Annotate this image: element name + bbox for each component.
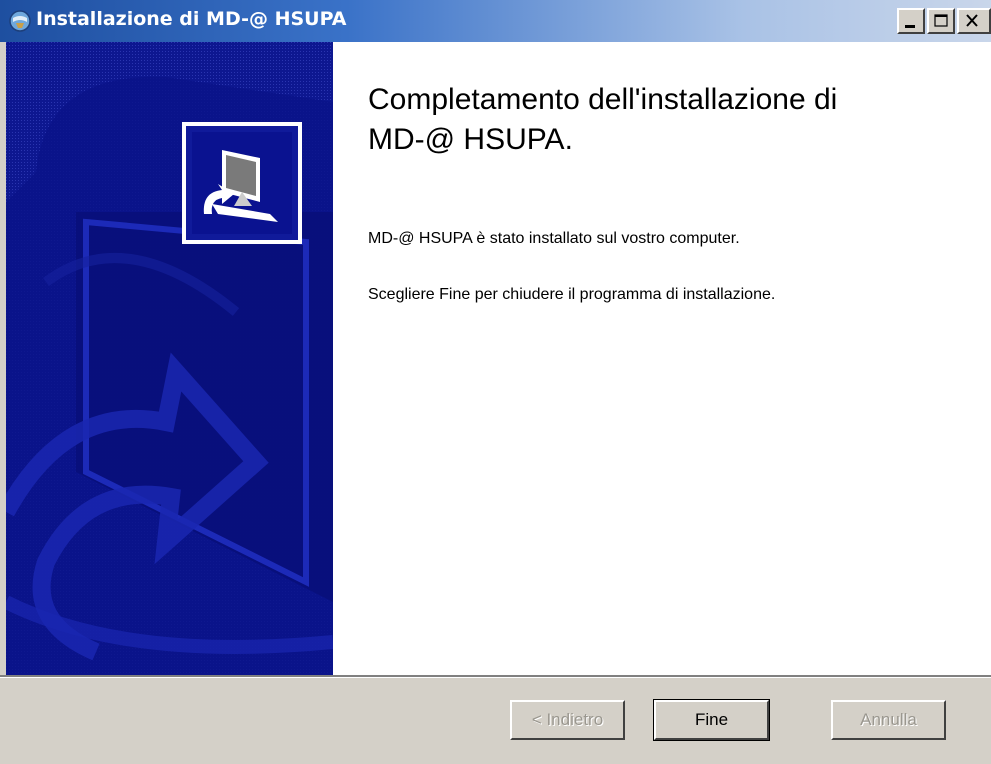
close-icon bbox=[966, 14, 978, 27]
minimize-icon bbox=[905, 25, 915, 28]
installer-logo bbox=[182, 122, 302, 244]
footer-divider bbox=[0, 675, 991, 678]
setup-globe-icon bbox=[8, 9, 32, 33]
close-button[interactable] bbox=[957, 8, 991, 34]
window-title: Installazione di MD-@ HSUPA bbox=[36, 8, 347, 30]
maximize-button[interactable] bbox=[927, 8, 955, 34]
installed-message: MD-@ HSUPA è stato installato sul vostro… bbox=[368, 230, 740, 247]
installer-computer-icon bbox=[186, 126, 298, 240]
minimize-button[interactable] bbox=[897, 8, 925, 34]
heading-line-2: MD-@ HSUPA. bbox=[368, 123, 573, 156]
title-bar[interactable]: Installazione di MD-@ HSUPA bbox=[0, 0, 991, 42]
back-button[interactable]: < Indietro bbox=[510, 700, 625, 740]
installer-window: Installazione di MD-@ HSUPA Completament… bbox=[0, 0, 991, 764]
wizard-content: Completamento dell'installazione di MD-@… bbox=[333, 42, 991, 675]
page-heading: Completamento dell'installazione di MD-@… bbox=[368, 80, 968, 160]
cancel-button[interactable]: Annulla bbox=[831, 700, 946, 740]
finish-instruction: Scegliere Fine per chiudere il programma… bbox=[368, 286, 776, 303]
finish-button[interactable]: Fine bbox=[653, 699, 770, 741]
wizard-sidebar-banner bbox=[6, 42, 333, 675]
maximize-icon bbox=[934, 14, 948, 27]
heading-line-1: Completamento dell'installazione di bbox=[368, 83, 838, 116]
